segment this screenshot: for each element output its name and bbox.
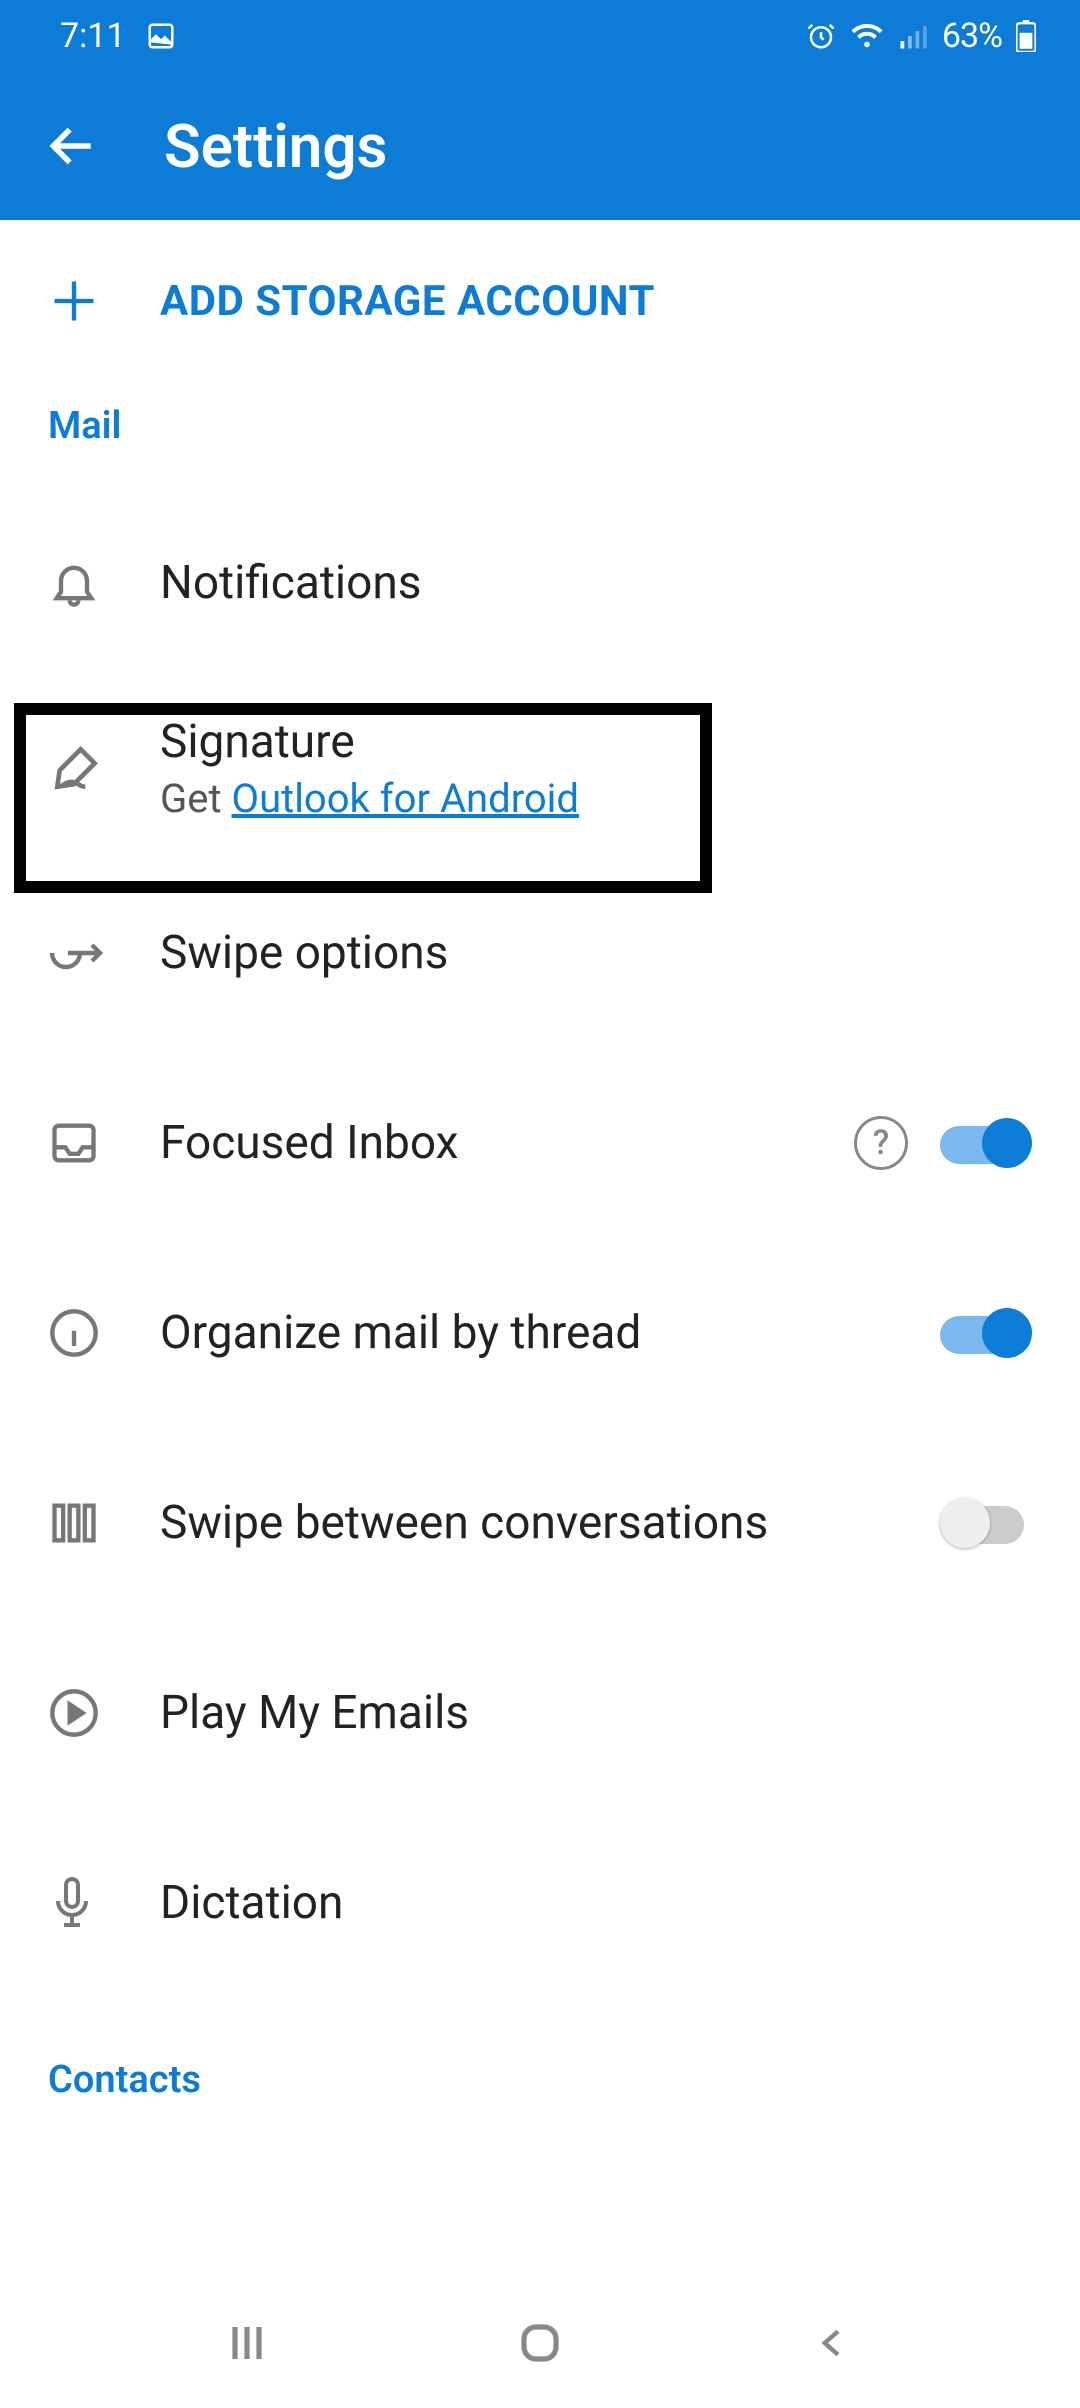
play-emails-label: Play My Emails	[160, 1686, 1032, 1740]
swipe-icon	[48, 933, 104, 973]
pen-icon	[48, 740, 104, 796]
inbox-icon	[48, 1117, 100, 1169]
notifications-label: Notifications	[160, 556, 1032, 610]
section-header-contacts: Contacts	[0, 1988, 1080, 2112]
page-title: Settings	[164, 111, 387, 182]
image-icon	[146, 21, 176, 51]
settings-list: ADD STORAGE ACCOUNT Mail Notifications S…	[0, 220, 1080, 2112]
alarm-icon	[806, 21, 836, 51]
play-icon	[48, 1687, 100, 1739]
plus-icon	[48, 275, 100, 327]
swipe-conversations-label: Swipe between conversations	[160, 1496, 940, 1550]
swipe-conversations-toggle[interactable]	[940, 1496, 1032, 1550]
organize-thread-row: Organize mail by thread	[0, 1248, 1080, 1418]
signal-icon	[898, 21, 928, 51]
outlook-android-link[interactable]: Outlook for Android	[232, 775, 579, 822]
recents-button[interactable]	[207, 2303, 287, 2383]
system-back-button[interactable]	[793, 2303, 873, 2383]
play-emails-row[interactable]: Play My Emails	[0, 1628, 1080, 1798]
status-time: 7:11	[60, 16, 126, 56]
dictation-label: Dictation	[160, 1876, 1032, 1930]
signature-sub-prefix: Get	[160, 775, 222, 822]
status-bar: 7:11 63%	[0, 0, 1080, 72]
columns-icon	[48, 1497, 100, 1549]
mic-icon	[48, 1875, 96, 1931]
home-button[interactable]	[500, 2303, 580, 2383]
battery-icon	[1016, 20, 1036, 52]
info-icon	[48, 1307, 100, 1359]
signature-row[interactable]: Signature Get Outlook for Android	[0, 668, 1080, 868]
focused-inbox-row: Focused Inbox ?	[0, 1058, 1080, 1228]
organize-thread-toggle[interactable]	[940, 1306, 1032, 1360]
section-header-mail: Mail	[0, 364, 1080, 458]
help-icon[interactable]: ?	[854, 1116, 908, 1170]
wifi-icon	[850, 21, 884, 51]
bell-icon	[48, 557, 100, 609]
back-button[interactable]	[40, 114, 104, 178]
add-storage-account-row[interactable]: ADD STORAGE ACCOUNT	[0, 220, 1080, 364]
dictation-row[interactable]: Dictation	[0, 1818, 1080, 1988]
swipe-conversations-row: Swipe between conversations	[0, 1438, 1080, 1608]
android-navbar	[0, 2278, 1080, 2408]
focused-inbox-toggle[interactable]	[940, 1116, 1032, 1170]
focused-inbox-label: Focused Inbox	[160, 1116, 854, 1170]
organize-thread-label: Organize mail by thread	[160, 1306, 940, 1360]
add-storage-account-label: ADD STORAGE ACCOUNT	[160, 277, 655, 326]
app-bar: Settings	[0, 72, 1080, 220]
signature-label: Signature	[160, 715, 1032, 769]
swipe-options-label: Swipe options	[160, 926, 1032, 980]
notifications-row[interactable]: Notifications	[0, 498, 1080, 668]
battery-text: 63%	[942, 16, 1002, 56]
swipe-options-row[interactable]: Swipe options	[0, 868, 1080, 1038]
